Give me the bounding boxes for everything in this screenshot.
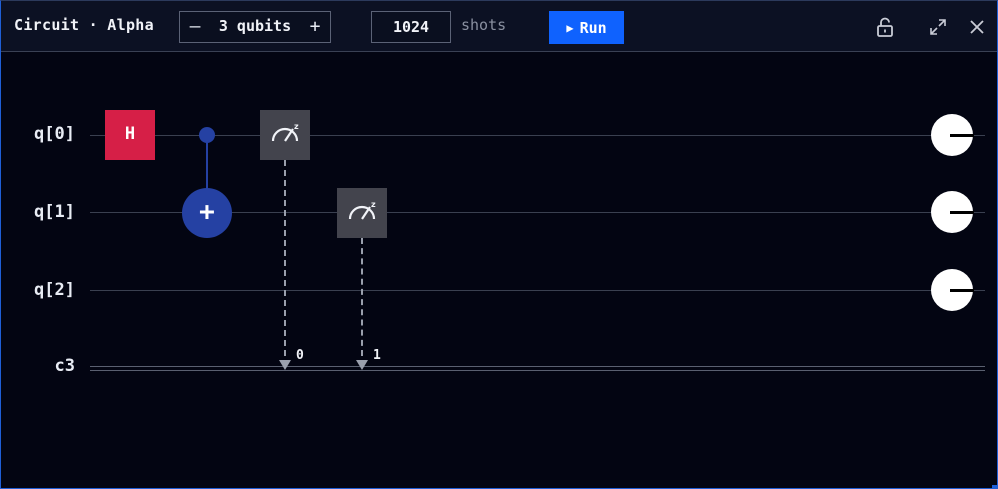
qubit-state-q0[interactable] (931, 114, 974, 156)
state-bar (950, 134, 974, 137)
wire-label-q2: q[2] (34, 280, 75, 300)
measure-line-q1 (361, 238, 363, 356)
window-frame (0, 0, 998, 489)
run-button-label: Run (579, 18, 607, 37)
svg-text:z: z (294, 122, 299, 131)
classical-bit-label-1: 1 (373, 348, 381, 363)
wire-label-q0: q[0] (34, 124, 75, 144)
qubit-wire-q2 (90, 290, 985, 291)
meter-icon: z (271, 122, 299, 142)
cnot-target-gate[interactable]: + (182, 188, 232, 238)
measure-line-q0 (284, 160, 286, 356)
qubit-state-q1[interactable] (931, 191, 974, 233)
qubit-count-label: 3 qubits (218, 17, 292, 35)
wire-label-c3: c3 (54, 356, 75, 376)
classical-bit-label-0: 0 (296, 348, 304, 363)
shots-input[interactable] (371, 11, 451, 43)
unlock-icon[interactable] (875, 17, 895, 37)
play-icon: ▶ (566, 20, 574, 35)
wire-label-q1: q[1] (34, 202, 75, 222)
resize-handle[interactable] (992, 485, 998, 489)
title-bar: Circuit · Alpha – 3 qubits + shots ▶ Run (1, 1, 997, 52)
state-bar (950, 211, 974, 214)
measure-gate-q1[interactable]: z (337, 188, 387, 238)
close-icon[interactable] (967, 17, 987, 37)
qubit-count-stepper: – 3 qubits + (179, 11, 331, 43)
qubit-wire-q0 (90, 135, 985, 136)
add-qubit-button[interactable]: + (300, 12, 330, 42)
meter-icon: z (348, 200, 376, 220)
hadamard-gate[interactable]: H (105, 110, 155, 160)
classical-wire-bottom (90, 370, 985, 371)
run-button[interactable]: ▶ Run (549, 11, 624, 44)
cnot-connector (206, 135, 208, 195)
qubit-state-q2[interactable] (931, 269, 974, 311)
window-title: Circuit · Alpha (14, 16, 154, 34)
measure-arrow-q0 (279, 360, 291, 370)
expand-icon[interactable] (928, 17, 948, 37)
shots-label: shots (461, 16, 507, 34)
cnot-control-dot[interactable] (199, 127, 215, 143)
svg-text:z: z (371, 200, 376, 209)
state-bar (950, 289, 974, 292)
measure-arrow-q1 (356, 360, 368, 370)
measure-gate-q0[interactable]: z (260, 110, 310, 160)
remove-qubit-button[interactable]: – (180, 12, 210, 42)
classical-wire-top (90, 366, 985, 367)
